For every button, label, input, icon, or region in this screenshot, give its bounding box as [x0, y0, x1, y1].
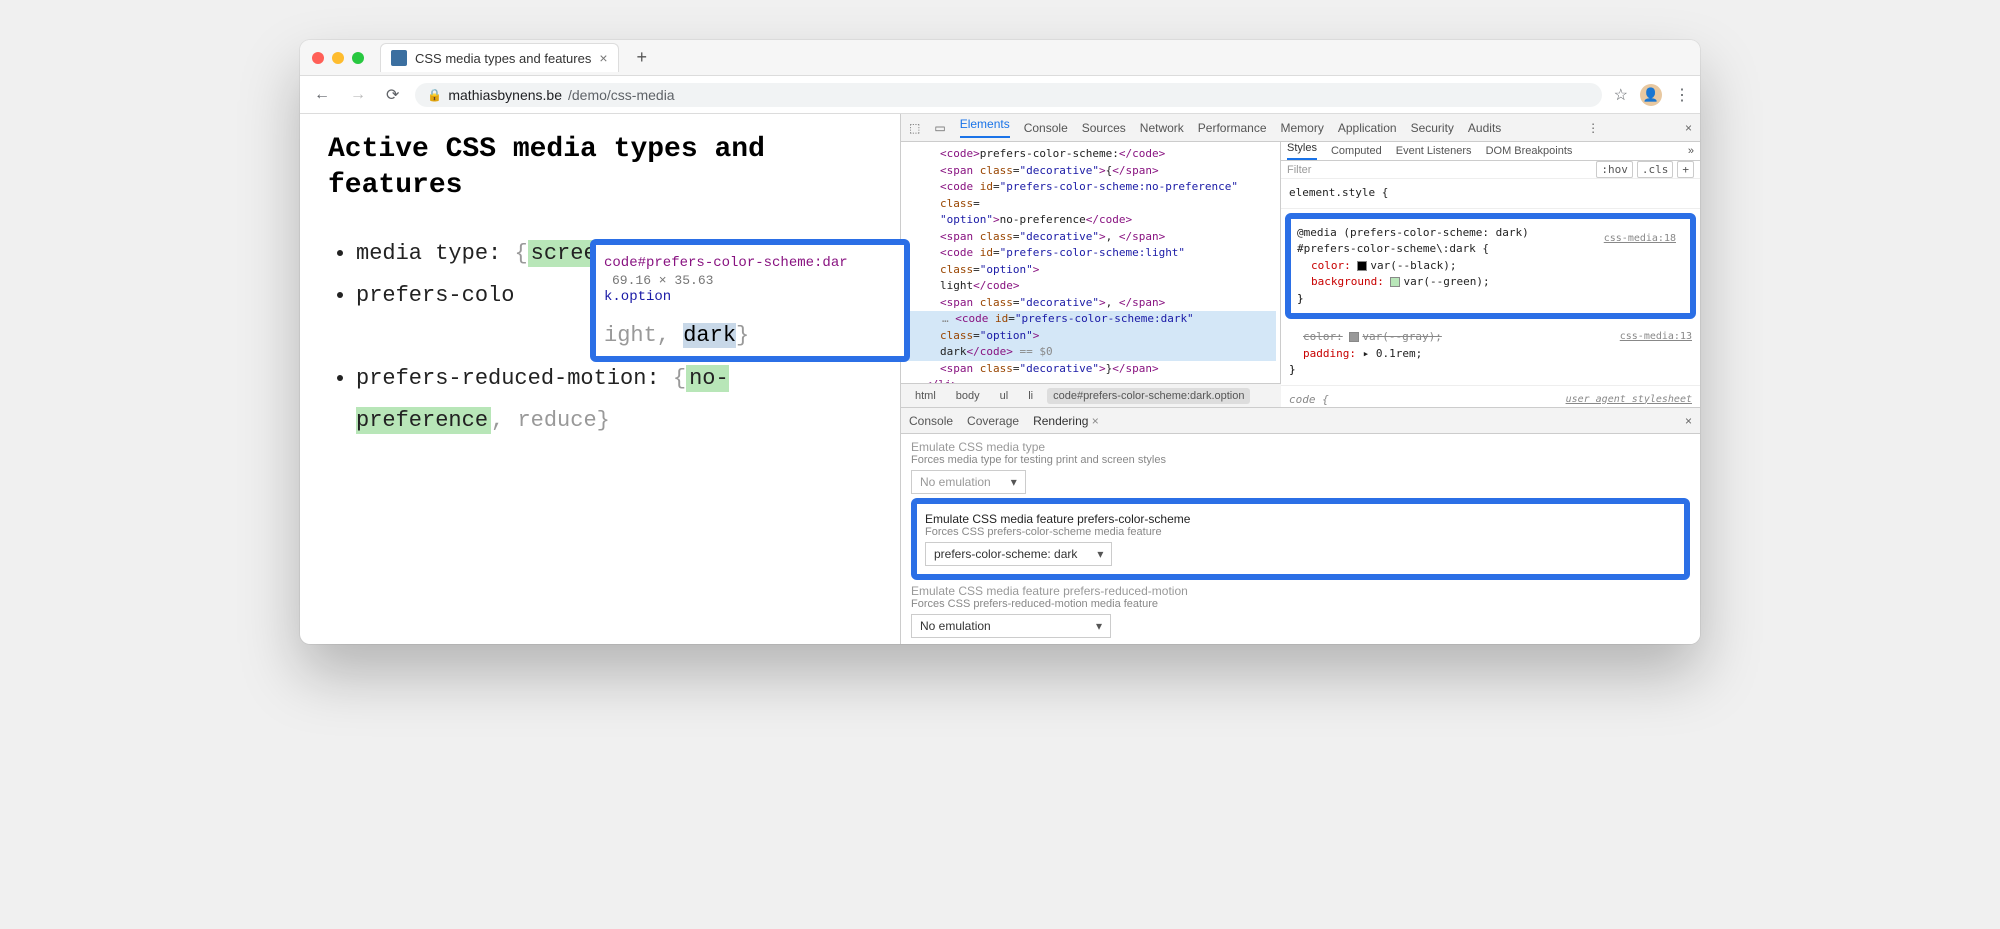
maximize-window-icon[interactable]: [352, 52, 364, 64]
tab-sources[interactable]: Sources: [1082, 121, 1126, 135]
url-path: /demo/css-media: [568, 87, 675, 103]
tooltip-context: ight, dark}: [604, 323, 896, 348]
add-rule-button[interactable]: +: [1677, 161, 1694, 178]
highlighted-css-rule: css-media:18 @media (prefers-color-schem…: [1285, 213, 1696, 320]
new-tab-button[interactable]: +: [627, 47, 658, 68]
highlighted-rendering-option: Emulate CSS media feature prefers-color-…: [911, 498, 1690, 580]
tab-application[interactable]: Application: [1338, 121, 1397, 135]
tab-memory[interactable]: Memory: [1281, 121, 1324, 135]
rendering-panel: Emulate CSS media type Forces media type…: [901, 434, 1700, 644]
url-input[interactable]: 🔒 mathiasbynens.be/demo/css-media: [415, 83, 1601, 107]
tab-console[interactable]: Console: [1024, 121, 1068, 135]
tab-elements[interactable]: Elements: [960, 117, 1010, 138]
styles-tab-breakpoints[interactable]: DOM Breakpoints: [1486, 145, 1573, 157]
close-tab-icon[interactable]: ×: [599, 50, 607, 66]
drawer-tab-console[interactable]: Console: [909, 414, 953, 428]
drawer-tab-rendering[interactable]: Rendering: [1033, 414, 1099, 428]
dom-selected-node[interactable]: … <code id="prefers-color-scheme:dark" c…: [905, 311, 1276, 361]
tab-network[interactable]: Network: [1140, 121, 1184, 135]
devtools-close-icon[interactable]: ×: [1685, 121, 1692, 135]
tooltip-selector-line2: k.option: [604, 289, 896, 305]
styles-filter-row: Filter :hov .cls +: [1281, 161, 1700, 179]
back-button[interactable]: ←: [310, 86, 334, 104]
tooltip-selector: code#prefers-color-scheme:dar: [604, 255, 848, 271]
styles-tab-computed[interactable]: Computed: [1331, 145, 1382, 157]
lock-icon: 🔒: [427, 88, 442, 102]
styles-tabs: Styles Computed Event Listeners DOM Brea…: [1281, 142, 1700, 161]
devtools-tabs: ⬚ ▭ Elements Console Sources Network Per…: [901, 114, 1700, 142]
styles-more-icon[interactable]: »: [1688, 145, 1694, 157]
favicon-icon: [391, 50, 407, 66]
cls-toggle[interactable]: .cls: [1637, 161, 1674, 178]
page-viewport: Active CSS media types and features medi…: [300, 114, 900, 644]
profile-avatar[interactable]: 👤: [1640, 84, 1662, 106]
hov-toggle[interactable]: :hov: [1596, 161, 1633, 178]
address-bar: ← → ⟳ 🔒 mathiasbynens.be/demo/css-media …: [300, 76, 1700, 114]
device-toolbar-icon[interactable]: ▭: [934, 121, 945, 135]
url-host: mathiasbynens.be: [448, 87, 562, 103]
tab-performance[interactable]: Performance: [1198, 121, 1267, 135]
tooltip-dimensions: 69.16 × 35.63: [612, 273, 713, 288]
menu-icon[interactable]: ⋮: [1674, 85, 1690, 105]
list-item: prefers-reduced-motion: {no-preference, …: [356, 358, 872, 442]
element-style-rule[interactable]: element.style {: [1281, 179, 1700, 209]
dom-breadcrumbs[interactable]: html body ul li code#prefers-color-schem…: [901, 383, 1281, 407]
devtools-main: <code>prefers-color-scheme:</code> <span…: [901, 142, 1700, 407]
dom-tree[interactable]: <code>prefers-color-scheme:</code> <span…: [901, 142, 1281, 383]
content-area: Active CSS media types and features medi…: [300, 114, 1700, 644]
browser-window: CSS media types and features × + ← → ⟳ 🔒…: [300, 40, 1700, 644]
reload-button[interactable]: ⟳: [382, 85, 403, 105]
window-controls: [312, 52, 364, 64]
drawer-close-icon[interactable]: ×: [1685, 414, 1692, 428]
minimize-window-icon[interactable]: [332, 52, 344, 64]
close-window-icon[interactable]: [312, 52, 324, 64]
drawer-tab-coverage[interactable]: Coverage: [967, 414, 1019, 428]
devtools: ⬚ ▭ Elements Console Sources Network Per…: [900, 114, 1700, 644]
css-rule-code[interactable]: user agent stylesheet code {: [1281, 386, 1700, 408]
devtools-more-icon[interactable]: ⋮: [1587, 121, 1599, 135]
inspector-tooltip: code#prefers-color-scheme:dar 69.16 × 35…: [590, 239, 910, 362]
prefers-reduced-motion-select[interactable]: No emulation: [911, 614, 1111, 638]
tab-security[interactable]: Security: [1411, 121, 1454, 135]
media-type-select[interactable]: No emulation: [911, 470, 1026, 494]
devtools-drawer: Console Coverage Rendering × Emulate CSS…: [901, 407, 1700, 644]
styles-tab-listeners[interactable]: Event Listeners: [1396, 145, 1472, 157]
prefers-color-scheme-select[interactable]: prefers-color-scheme: dark: [925, 542, 1112, 566]
styles-filter-input[interactable]: Filter: [1287, 164, 1311, 176]
browser-tab[interactable]: CSS media types and features ×: [380, 43, 619, 72]
styles-tab-styles[interactable]: Styles: [1287, 142, 1317, 160]
bookmark-icon[interactable]: ☆: [1614, 85, 1628, 105]
tab-audits[interactable]: Audits: [1468, 121, 1501, 135]
inspect-icon[interactable]: ⬚: [909, 121, 920, 135]
title-bar: CSS media types and features × +: [300, 40, 1700, 76]
styles-panel: Styles Computed Event Listeners DOM Brea…: [1281, 142, 1700, 407]
forward-button[interactable]: →: [346, 86, 370, 104]
css-rule-option[interactable]: css-media:13 color: var(--gray); padding…: [1281, 323, 1700, 386]
drawer-tabs: Console Coverage Rendering ×: [901, 408, 1700, 434]
page-heading: Active CSS media types and features: [328, 132, 872, 205]
tab-title: CSS media types and features: [415, 51, 591, 66]
